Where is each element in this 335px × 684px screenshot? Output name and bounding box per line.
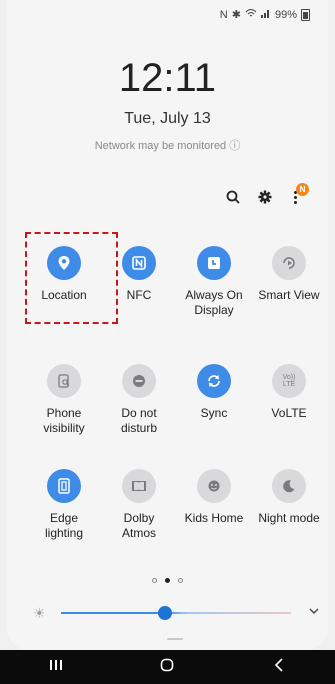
nfc-icon <box>122 246 156 280</box>
page-dot <box>178 578 183 583</box>
page-dot <box>152 578 157 583</box>
location-highlight-box <box>25 232 118 324</box>
tile-label: Always On Display <box>185 288 243 317</box>
tile-phone-visibility[interactable]: Phone visibility <box>27 364 101 436</box>
quick-panel: N ✱ 99% 12:11 Tue, July 13 Network may b… <box>7 0 328 650</box>
tile-edge-lighting[interactable]: Edge lighting <box>27 469 101 541</box>
page-dot-active <box>165 578 170 583</box>
nfc-icon: N <box>219 8 228 21</box>
tile-label: Dolby Atmos <box>121 511 156 540</box>
tile-label: Sync <box>200 406 228 420</box>
date: Tue, July 13 <box>124 110 211 127</box>
dolby-icon <box>122 469 156 503</box>
brightness-control: ☀ <box>29 602 319 624</box>
aod-icon <box>197 246 231 280</box>
volte-icon: Vo)) LTE <box>272 364 306 398</box>
tile-smart-view[interactable]: Smart View <box>252 246 326 303</box>
tile-label: Smart View <box>258 288 320 302</box>
tile-label: Kids Home <box>184 511 244 525</box>
panel-handle[interactable] <box>167 638 183 640</box>
gear-icon[interactable] <box>256 188 274 206</box>
info-icon: ⓘ <box>229 140 241 152</box>
status-bar: N ✱ 99% <box>220 8 310 21</box>
tile-dolby-atmos[interactable]: Dolby Atmos <box>102 469 176 541</box>
bluetooth-icon: ✱ <box>231 9 241 21</box>
tile-label: Do not disturb <box>120 406 158 435</box>
network-notice[interactable]: Network may be monitored ⓘ <box>7 137 328 153</box>
battery-percent: 99% <box>274 8 297 21</box>
brightness-slider[interactable] <box>61 612 291 614</box>
brightness-slider-thumb[interactable] <box>157 606 172 620</box>
signal-icon <box>260 8 271 21</box>
navigation-bar <box>0 650 335 684</box>
network-notice-text: Network may be monitored <box>94 140 227 152</box>
tile-night-mode[interactable]: Night mode <box>252 469 326 526</box>
back-button[interactable] <box>259 657 299 677</box>
sync-icon <box>197 364 231 398</box>
wifi-icon <box>245 8 257 21</box>
tile-kids-home[interactable]: Kids Home <box>177 469 251 526</box>
panel-toolbar: N <box>224 183 309 206</box>
battery-icon <box>301 8 310 21</box>
night-mode-icon <box>272 469 306 503</box>
tile-label: Edge lighting <box>44 511 84 540</box>
tile-always-on-display[interactable]: Always On Display <box>177 246 251 318</box>
notification-badge: N <box>296 183 309 196</box>
tile-label: Night mode <box>258 511 320 525</box>
page-indicator[interactable] <box>7 578 328 583</box>
tile-do-not-disturb[interactable]: Do not disturb <box>102 364 176 436</box>
edge-lighting-icon <box>47 469 81 503</box>
recents-button[interactable] <box>36 658 76 676</box>
tile-label: Phone visibility <box>43 406 85 435</box>
phone-visibility-icon <box>47 364 81 398</box>
dnd-icon <box>122 364 156 398</box>
tile-sync[interactable]: Sync <box>177 364 251 421</box>
tile-label: VoLTE <box>271 406 307 420</box>
smart-view-icon <box>272 246 306 280</box>
chevron-down-icon[interactable] <box>309 604 319 618</box>
home-button[interactable] <box>147 658 187 677</box>
tile-volte[interactable]: Vo)) LTE VoLTE <box>252 364 326 421</box>
clock: 12:11 <box>118 56 217 100</box>
kids-home-icon <box>197 469 231 503</box>
more-vert-icon[interactable]: N <box>288 183 309 206</box>
search-icon[interactable] <box>224 188 242 206</box>
brightness-icon: ☀ <box>33 605 46 621</box>
